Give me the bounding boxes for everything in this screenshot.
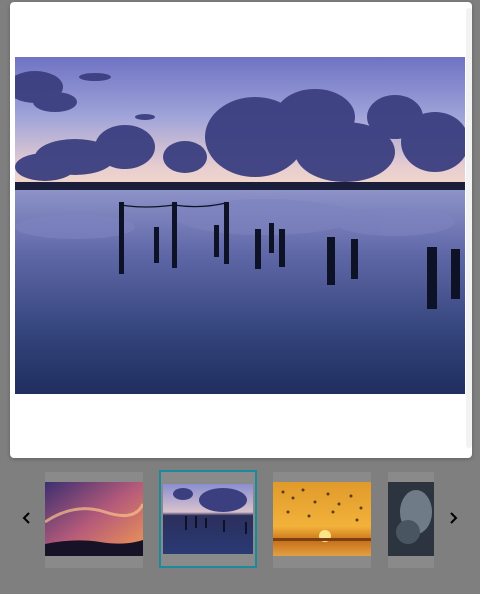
image-viewer-panel — [10, 2, 472, 458]
next-button[interactable] — [441, 504, 465, 532]
thumbnail-strip — [0, 466, 480, 570]
thumbnail-3[interactable] — [273, 472, 371, 568]
scrollbar[interactable] — [466, 8, 472, 448]
chevron-left-icon — [20, 511, 34, 525]
chevron-right-icon — [446, 511, 460, 525]
thumbnail-image — [388, 482, 434, 556]
thumbnail-image — [273, 482, 371, 556]
main-image — [15, 57, 465, 394]
thumbnail-4[interactable] — [388, 472, 434, 568]
thumbnail-2-selected[interactable] — [159, 470, 257, 568]
thumbnail-image — [163, 484, 253, 554]
prev-button[interactable] — [15, 504, 39, 532]
lightbox-overlay — [0, 0, 480, 594]
thumbnail-image — [45, 482, 143, 556]
thumbnail-1[interactable] — [45, 472, 143, 568]
